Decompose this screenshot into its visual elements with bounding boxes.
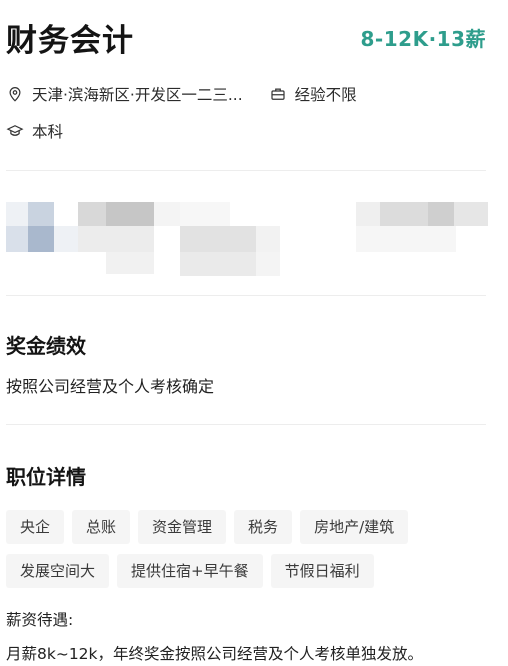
divider xyxy=(6,170,486,171)
job-tags: 央企 总账 资金管理 税务 房地产/建筑 发展空间大 提供住宿+早午餐 节假日福… xyxy=(6,510,492,598)
job-meta-row: 天津·滨海新区·开发区一二三... 经验不限 xyxy=(6,81,357,107)
salary-benefits-text: 月薪8k~12k，年终奖金按照公司经营及个人考核单独发放。 xyxy=(6,645,424,663)
salary-benefits-label: 薪资待遇: xyxy=(6,611,74,629)
bonus-section-title: 奖金绩效 xyxy=(6,334,86,358)
bonus-description: 按照公司经营及个人考核确定 xyxy=(6,377,215,396)
job-tag: 节假日福利 xyxy=(270,554,374,588)
job-title: 财务会计 xyxy=(6,22,134,59)
location-pin-icon xyxy=(6,85,24,103)
job-tag: 资金管理 xyxy=(138,510,227,544)
divider xyxy=(6,295,486,296)
job-tag: 房地产/建筑 xyxy=(300,510,409,544)
job-details-title: 职位详情 xyxy=(6,465,86,489)
graduation-cap-icon xyxy=(6,122,24,140)
blurred-recruiter-info xyxy=(6,202,488,278)
salary-range: 8-12K·13薪 xyxy=(360,26,486,51)
job-tag: 发展空间大 xyxy=(6,554,110,588)
briefcase-icon xyxy=(269,85,287,103)
job-location: 天津·滨海新区·开发区一二三... xyxy=(32,86,243,104)
job-tag: 总账 xyxy=(72,510,131,544)
job-education: 本科 xyxy=(32,123,64,141)
job-experience: 经验不限 xyxy=(294,86,357,104)
job-tag: 央企 xyxy=(6,510,65,544)
job-tag: 提供住宿+早午餐 xyxy=(117,554,263,588)
divider xyxy=(6,424,486,425)
job-detail-page: 财务会计 8-12K·13薪 天津·滨海新区·开发区一二三... 经验不限 本科 xyxy=(0,0,508,666)
job-header: 财务会计 8-12K·13薪 xyxy=(6,14,486,60)
job-education-row: 本科 xyxy=(6,118,63,144)
job-tag: 税务 xyxy=(234,510,293,544)
